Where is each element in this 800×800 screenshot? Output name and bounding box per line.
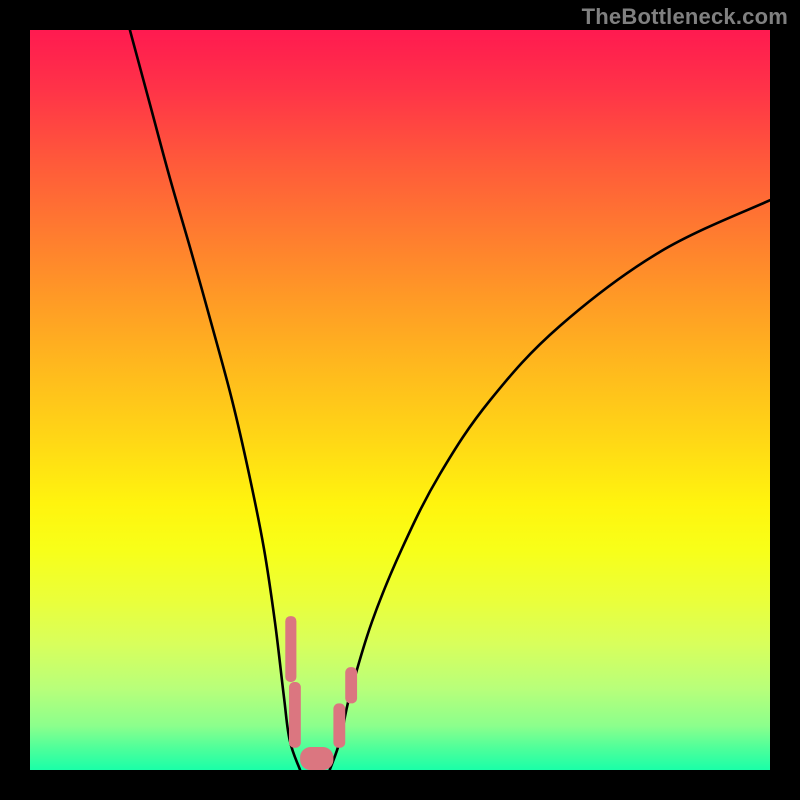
marker-block-bottom (300, 747, 333, 770)
plot-area (30, 30, 770, 770)
marker-block-right-upper (345, 667, 357, 703)
curve-right-curve (330, 200, 770, 770)
marker-block-left-lower (289, 682, 301, 748)
curve-layer (30, 30, 770, 770)
marker-block-left-upper (285, 616, 296, 682)
curve-left-curve (130, 30, 300, 770)
watermark-text: TheBottleneck.com (582, 4, 788, 30)
chart-container: TheBottleneck.com (0, 0, 800, 800)
marker-block-right-lower (333, 703, 345, 747)
